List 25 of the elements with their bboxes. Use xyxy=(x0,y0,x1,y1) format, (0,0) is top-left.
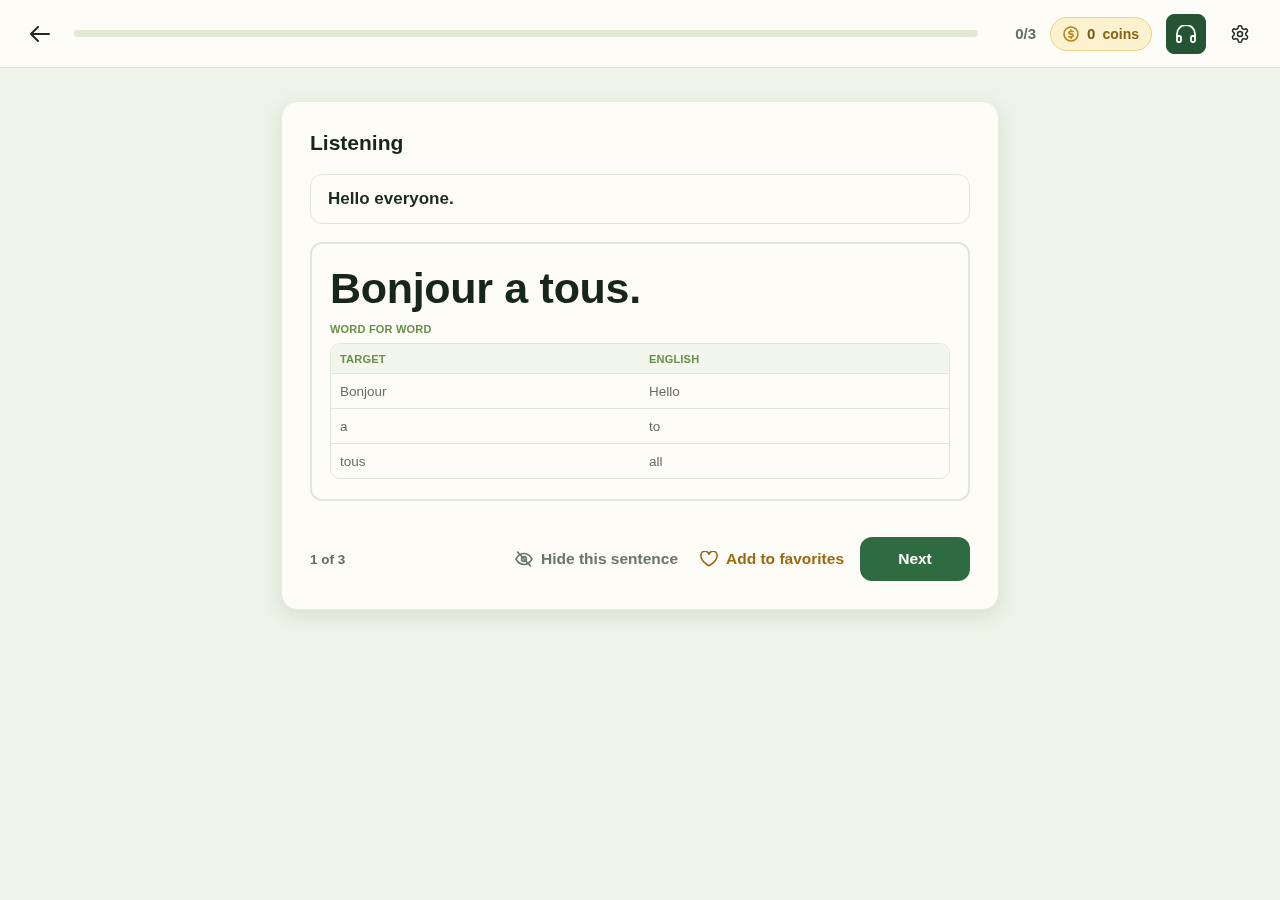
table-cell-text: Bonjour xyxy=(339,383,388,399)
back-arrow-icon xyxy=(30,25,50,42)
table-cell-text: tous xyxy=(339,453,367,469)
answer-sentence: Bonjour a tous. xyxy=(330,263,642,314)
prompt-text: Hello everyone. xyxy=(328,189,454,209)
table-cell-text: a xyxy=(339,418,349,434)
table-cell-text: all xyxy=(648,453,664,469)
headphones-icon xyxy=(1176,24,1196,43)
eye-slash-icon xyxy=(515,551,534,567)
card-title: Listening xyxy=(310,130,405,156)
table-cell-text: to xyxy=(648,418,662,434)
settings-icon xyxy=(1230,23,1250,44)
headphones-button[interactable] xyxy=(1166,13,1206,54)
coin-label: coins xyxy=(1102,25,1139,42)
column-header: TARGET xyxy=(339,352,387,365)
hide-sentence-button[interactable]: Hide this sentence xyxy=(515,544,678,574)
coin-count: 0 xyxy=(1087,25,1096,42)
next-button[interactable]: Next xyxy=(860,537,970,581)
coin-icon xyxy=(1063,25,1080,42)
favorite-button[interactable]: Add to favorites xyxy=(700,544,844,574)
table-cell-text: Hello xyxy=(648,383,681,399)
section-heading: WORD FOR WORD xyxy=(330,323,433,335)
column-header: ENGLISH xyxy=(648,352,701,365)
progress-count: 0/3 xyxy=(1015,25,1037,42)
position-text: 1 of 3 xyxy=(310,551,346,567)
